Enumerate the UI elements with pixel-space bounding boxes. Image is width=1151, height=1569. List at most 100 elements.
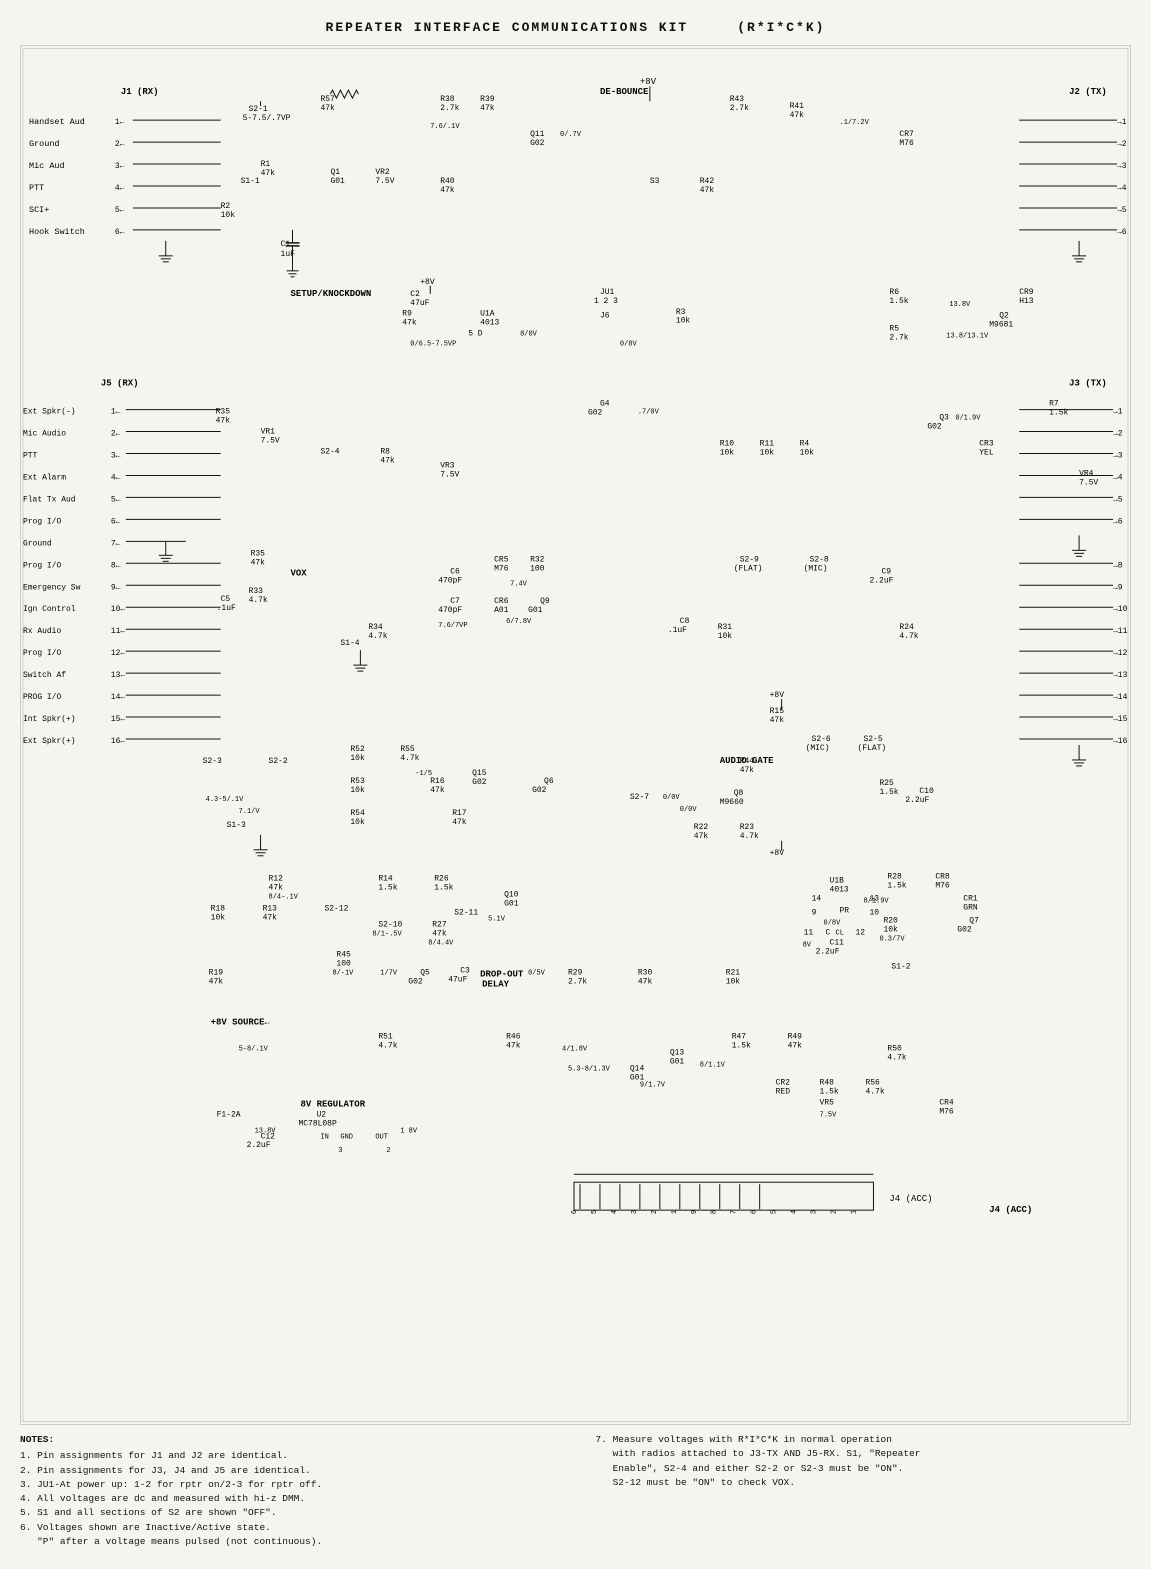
svg-text:S1-4: S1-4 bbox=[340, 639, 359, 648]
svg-text:PROG I/O: PROG I/O bbox=[23, 693, 61, 702]
svg-text:R49: R49 bbox=[788, 1032, 803, 1041]
svg-text:S2-10: S2-10 bbox=[378, 921, 402, 930]
svg-text:+8V: +8V bbox=[640, 77, 657, 87]
svg-text:10k: 10k bbox=[350, 754, 365, 763]
svg-text:R5: R5 bbox=[889, 325, 899, 334]
svg-text:DROP-OUT: DROP-OUT bbox=[480, 970, 524, 980]
svg-text:2.2uF: 2.2uF bbox=[247, 1141, 271, 1150]
svg-text:Ground: Ground bbox=[29, 139, 60, 149]
svg-text:2: 2 bbox=[386, 1147, 390, 1155]
svg-text:14: 14 bbox=[812, 895, 822, 904]
svg-text:J6: J6 bbox=[600, 312, 610, 321]
svg-text:S1-2: S1-2 bbox=[891, 963, 910, 972]
svg-text:R44: R44 bbox=[740, 757, 755, 766]
svg-text:5-7.5/.7VP: 5-7.5/.7VP bbox=[243, 114, 291, 123]
svg-text:2←: 2← bbox=[111, 430, 121, 439]
svg-text:A01: A01 bbox=[494, 606, 509, 615]
svg-text:R17: R17 bbox=[452, 809, 467, 818]
svg-text:R53: R53 bbox=[350, 777, 365, 786]
svg-text:10k: 10k bbox=[350, 786, 365, 795]
svg-text:5.1V: 5.1V bbox=[488, 916, 506, 924]
svg-text:5 D: 5 D bbox=[468, 330, 483, 339]
svg-text:CR4: CR4 bbox=[939, 1098, 954, 1107]
svg-text:R52: R52 bbox=[350, 745, 365, 754]
svg-text:13.8V: 13.8V bbox=[949, 301, 971, 309]
title-subtitle: (R*I*C*K) bbox=[737, 20, 825, 35]
svg-text:→15: →15 bbox=[1113, 715, 1128, 724]
svg-text:10k: 10k bbox=[211, 914, 226, 923]
svg-text:CR7: CR7 bbox=[899, 130, 914, 139]
svg-text:4013: 4013 bbox=[480, 319, 499, 328]
svg-text:6/7.8V: 6/7.8V bbox=[506, 618, 532, 626]
svg-text:11: 11 bbox=[804, 929, 814, 938]
svg-text:16←: 16← bbox=[111, 737, 126, 746]
svg-text:1.5k: 1.5k bbox=[434, 884, 453, 893]
svg-text:8/0V: 8/0V bbox=[520, 331, 538, 339]
svg-text:R20: R20 bbox=[883, 917, 898, 926]
svg-text:R32: R32 bbox=[530, 555, 545, 564]
svg-text:→2: →2 bbox=[1113, 430, 1123, 439]
svg-text:JU1: JU1 bbox=[600, 288, 615, 297]
svg-text:G02: G02 bbox=[530, 139, 545, 148]
svg-text:C8: C8 bbox=[680, 617, 690, 626]
svg-text:47k: 47k bbox=[380, 456, 395, 465]
svg-text:47k: 47k bbox=[216, 417, 231, 426]
svg-text:C6: C6 bbox=[450, 567, 460, 576]
svg-text:Hook Switch: Hook Switch bbox=[29, 227, 85, 237]
svg-text:S2-2: S2-2 bbox=[269, 757, 288, 766]
svg-text:47k: 47k bbox=[506, 1041, 521, 1050]
svg-text:OUT: OUT bbox=[375, 1133, 388, 1141]
svg-text:Int Spkr(+): Int Spkr(+) bbox=[23, 715, 76, 724]
svg-text:47k: 47k bbox=[694, 832, 709, 841]
svg-text:2.2uF: 2.2uF bbox=[816, 948, 840, 957]
svg-text:2.7k: 2.7k bbox=[568, 978, 587, 987]
svg-text:VR2: VR2 bbox=[375, 168, 390, 177]
svg-text:C5: C5 bbox=[221, 595, 231, 604]
svg-text:10k: 10k bbox=[221, 211, 236, 220]
svg-text:GND: GND bbox=[340, 1133, 353, 1141]
svg-text:7.5V: 7.5V bbox=[440, 470, 459, 479]
svg-text:→10: →10 bbox=[1113, 605, 1128, 614]
svg-text:J3 (TX): J3 (TX) bbox=[1069, 379, 1107, 389]
svg-text:R19: R19 bbox=[209, 969, 224, 978]
svg-text:47k: 47k bbox=[700, 186, 715, 195]
svg-text:R8: R8 bbox=[380, 448, 390, 457]
svg-text:→9: →9 bbox=[1113, 583, 1123, 592]
svg-text:C: C bbox=[826, 929, 831, 938]
svg-text:47k: 47k bbox=[432, 930, 447, 939]
svg-text:0/8V: 0/8V bbox=[824, 920, 842, 928]
svg-text:R54: R54 bbox=[350, 809, 365, 818]
svg-text:8/1.1V: 8/1.1V bbox=[700, 1061, 726, 1069]
svg-text:Q13: Q13 bbox=[670, 1048, 685, 1057]
svg-text:R56: R56 bbox=[865, 1078, 880, 1087]
svg-text:7.5V: 7.5V bbox=[261, 437, 280, 446]
svg-text:Q8: Q8 bbox=[734, 789, 744, 798]
svg-text:Mic Aud: Mic Aud bbox=[29, 161, 65, 171]
svg-text:1←: 1← bbox=[111, 408, 121, 417]
svg-text:12←: 12← bbox=[111, 649, 126, 658]
svg-text:J5 (RX): J5 (RX) bbox=[101, 379, 139, 389]
svg-text:0/1.9V: 0/1.9V bbox=[955, 415, 981, 423]
svg-text:R14: R14 bbox=[378, 875, 393, 884]
svg-text:R18: R18 bbox=[211, 905, 226, 914]
svg-text:CR9: CR9 bbox=[1019, 288, 1034, 297]
svg-text:47k: 47k bbox=[251, 558, 266, 567]
svg-text:4.7k: 4.7k bbox=[740, 832, 759, 841]
svg-text:7←: 7← bbox=[111, 539, 121, 548]
svg-text:Q9: Q9 bbox=[540, 597, 550, 606]
svg-text:CR3: CR3 bbox=[979, 440, 994, 449]
svg-text:→8: →8 bbox=[1113, 561, 1123, 570]
svg-text:(MIC): (MIC) bbox=[806, 744, 830, 753]
note-6: 6. Voltages shown are Inactive/Active st… bbox=[20, 1521, 556, 1535]
svg-text:R11: R11 bbox=[760, 440, 775, 449]
svg-text:M9681: M9681 bbox=[989, 321, 1013, 330]
svg-text:.1uF: .1uF bbox=[217, 604, 236, 613]
svg-text:C12: C12 bbox=[261, 1132, 276, 1141]
svg-text:0/6.5-7.5VP: 0/6.5-7.5VP bbox=[410, 341, 456, 349]
svg-text:Rx Audio: Rx Audio bbox=[23, 627, 61, 636]
svg-text:R10: R10 bbox=[720, 440, 735, 449]
notes-section: NOTES: 1. Pin assignments for J1 and J2 … bbox=[20, 1433, 1131, 1549]
svg-text:2.7k: 2.7k bbox=[889, 334, 908, 343]
svg-text:IN: IN bbox=[320, 1133, 328, 1141]
svg-text:R39: R39 bbox=[480, 95, 495, 104]
